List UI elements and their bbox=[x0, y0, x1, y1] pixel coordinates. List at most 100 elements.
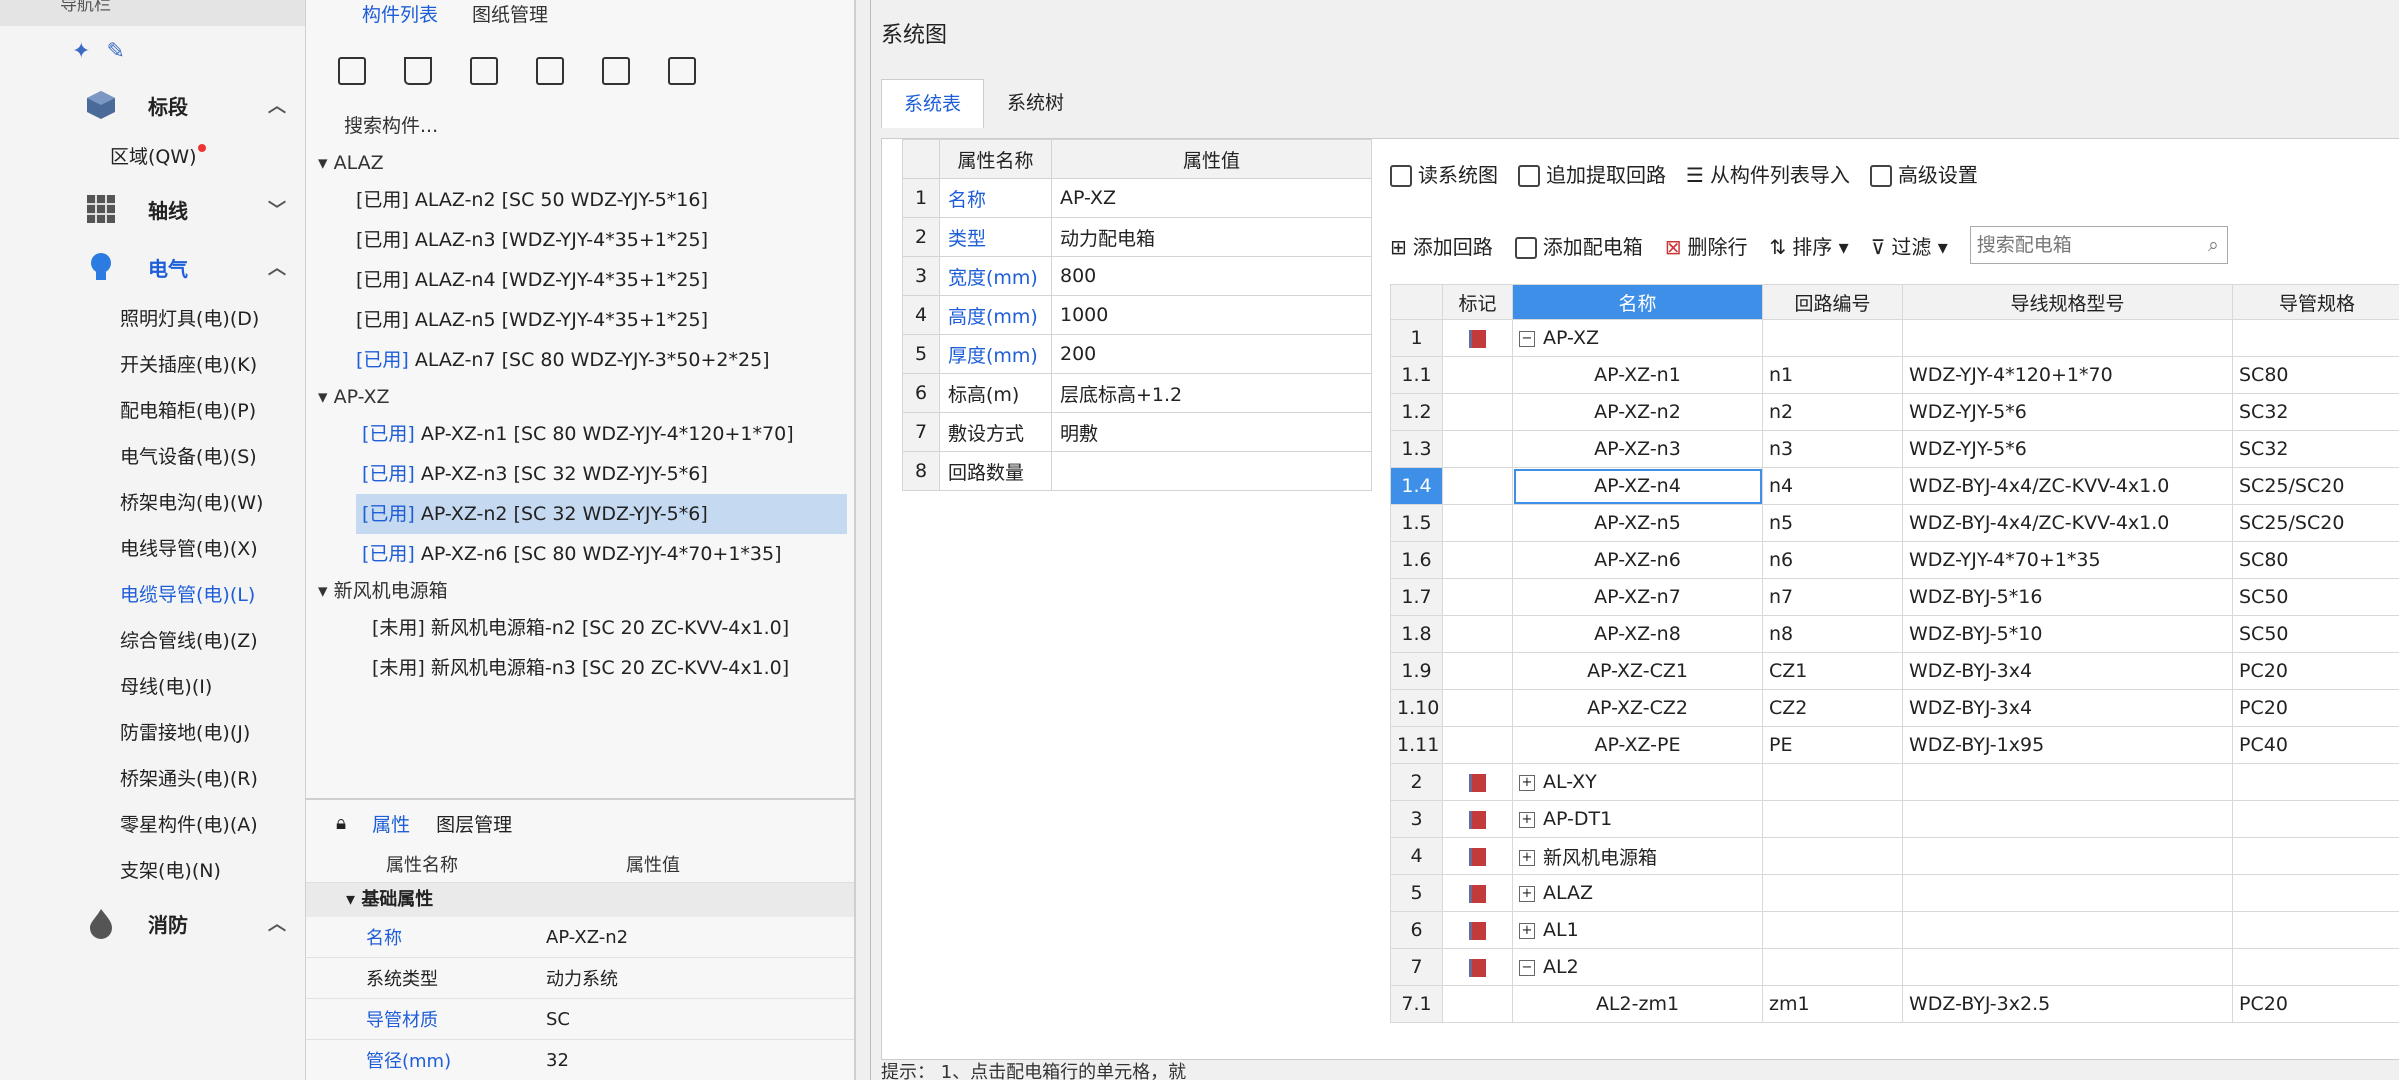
panel-name-cell[interactable]: + AP-DT1 bbox=[1512, 800, 1763, 838]
pipe-spec-cell[interactable]: SC80 bbox=[2232, 541, 2399, 579]
mark-cell[interactable] bbox=[1442, 837, 1513, 875]
nav-item[interactable]: 防雷接地(电)(J) bbox=[0, 710, 305, 756]
row-number[interactable]: 1.3 bbox=[1390, 430, 1443, 468]
property-value[interactable]: 200 bbox=[1051, 334, 1372, 374]
tree-item[interactable]: [已用] ALAZ-n4 [WDZ-YJY-4*35+1*25] bbox=[306, 260, 854, 300]
mark-cell[interactable] bbox=[1442, 430, 1513, 468]
wire-spec-cell[interactable]: WDZ-YJY-4*70+1*35 bbox=[1902, 541, 2233, 579]
nav-item[interactable]: 照明灯具(电)(D) bbox=[0, 296, 305, 342]
row-number[interactable]: 1.4 bbox=[1390, 467, 1443, 505]
flag-icon[interactable] bbox=[1469, 958, 1486, 977]
tree-item[interactable]: [已用] ALAZ-n2 [SC 50 WDZ-YJY-5*16] bbox=[306, 180, 854, 220]
mark-cell[interactable] bbox=[1442, 578, 1513, 616]
mark-cell[interactable] bbox=[1442, 985, 1513, 1023]
loop-row[interactable]: 1.8 AP-XZ-n8 n8 WDZ-BYJ-5*10 SC50 bbox=[1390, 615, 2399, 653]
panel-name-cell[interactable]: + AL1 bbox=[1512, 911, 1763, 949]
add-loop-button[interactable]: ⊞ 添加回路 bbox=[1390, 231, 1493, 260]
panel-row[interactable]: 3 + AP-DT1 bbox=[1390, 800, 2399, 838]
loop-number-cell[interactable]: CZ2 bbox=[1762, 689, 1903, 727]
pipe-spec-cell[interactable]: PC20 bbox=[2232, 985, 2399, 1023]
property-row[interactable]: 系统类型 动力系统 bbox=[306, 958, 854, 999]
loop-name-cell[interactable]: AP-XZ-n6 bbox=[1512, 541, 1763, 579]
loop-name-cell[interactable]: AP-XZ-n7 bbox=[1512, 578, 1763, 616]
panel-name-cell[interactable]: + ALAZ bbox=[1512, 874, 1763, 912]
row-number[interactable]: 2 bbox=[1390, 763, 1443, 801]
column-header-wire[interactable]: 导线规格型号 bbox=[1902, 284, 2233, 320]
nav-category-electric[interactable]: 电气 ︿ bbox=[0, 238, 305, 296]
tree-group[interactable]: ▾ 新风机电源箱 bbox=[306, 574, 854, 608]
loop-number-cell[interactable]: n7 bbox=[1762, 578, 1903, 616]
tree-item-selected[interactable]: [已用] AP-XZ-n2 [SC 32 WDZ-YJY-5*6] bbox=[356, 494, 847, 534]
pipe-spec-cell[interactable]: SC50 bbox=[2232, 578, 2399, 616]
chevron-up-icon[interactable]: ︿ bbox=[268, 92, 286, 118]
tab-component-list[interactable]: 构件列表 bbox=[362, 0, 438, 26]
wire-spec-cell[interactable]: WDZ-BYJ-1x95 bbox=[1902, 726, 2233, 764]
pipe-spec-cell[interactable] bbox=[2232, 800, 2399, 838]
nav-item[interactable]: 综合管线(电)(Z) bbox=[0, 618, 305, 664]
property-value[interactable]: 动力配电箱 bbox=[1051, 217, 1372, 257]
loop-row[interactable]: 1.3 AP-XZ-n3 n3 WDZ-YJY-5*6 SC32 bbox=[1390, 430, 2399, 468]
row-number[interactable]: 1.11 bbox=[1390, 726, 1443, 764]
loop-row[interactable]: 7.1 AL2-zm1 zm1 WDZ-BYJ-3x2.5 PC20 bbox=[1390, 985, 2399, 1023]
nav-item[interactable]: 开关插座(电)(K) bbox=[0, 342, 305, 388]
property-value[interactable]: AP-XZ bbox=[1051, 178, 1372, 218]
panel-row[interactable]: 2 + AL-XY bbox=[1390, 763, 2399, 801]
mark-cell[interactable] bbox=[1442, 319, 1513, 357]
property-row[interactable]: 2 类型 动力配电箱 bbox=[902, 217, 1372, 257]
property-value[interactable]: 明敷 bbox=[1051, 412, 1372, 452]
nav-item[interactable]: 零星构件(电)(A) bbox=[0, 802, 305, 848]
mark-cell[interactable] bbox=[1442, 689, 1513, 727]
loop-row[interactable]: 1.1 AP-XZ-n1 n1 WDZ-YJY-4*120+1*70 SC80 bbox=[1390, 356, 2399, 394]
flag-icon[interactable] bbox=[1469, 884, 1486, 903]
row-number[interactable]: 4 bbox=[1390, 837, 1443, 875]
chevron-down-icon[interactable]: ﹀ bbox=[268, 196, 286, 222]
wire-spec-cell[interactable]: WDZ-BYJ-3x2.5 bbox=[1902, 985, 2233, 1023]
nav-category-section[interactable]: 标段 ︿ bbox=[0, 76, 305, 134]
mark-cell[interactable] bbox=[1442, 874, 1513, 912]
flag-icon[interactable] bbox=[1469, 810, 1486, 829]
pipe-spec-cell[interactable] bbox=[2232, 319, 2399, 357]
loop-name-cell[interactable]: AP-XZ-n3 bbox=[1512, 430, 1763, 468]
pin-icon[interactable]: ✦ bbox=[72, 39, 90, 64]
mark-cell[interactable] bbox=[1442, 615, 1513, 653]
nav-item[interactable]: 配电箱柜(电)(P) bbox=[0, 388, 305, 434]
copy-icon[interactable] bbox=[470, 57, 498, 85]
row-number[interactable]: 1.7 bbox=[1390, 578, 1443, 616]
property-row[interactable]: 3 宽度(mm) 800 bbox=[902, 256, 1372, 296]
property-row[interactable]: 名称 AP-XZ-n2 bbox=[306, 917, 854, 958]
loop-number-cell[interactable]: n4 bbox=[1762, 467, 1903, 505]
nav-item[interactable]: 母线(电)(I) bbox=[0, 664, 305, 710]
wire-spec-cell[interactable] bbox=[1902, 911, 2233, 949]
nav-item[interactable]: 电气设备(电)(S) bbox=[0, 434, 305, 480]
pipe-spec-cell[interactable]: PC40 bbox=[2232, 726, 2399, 764]
pipe-spec-cell[interactable]: SC32 bbox=[2232, 393, 2399, 431]
panel-name-cell[interactable]: + AL-XY bbox=[1512, 763, 1763, 801]
property-row[interactable]: 1 名称 AP-XZ bbox=[902, 178, 1372, 218]
pipe-spec-cell[interactable]: PC20 bbox=[2232, 689, 2399, 727]
property-row[interactable]: 6 标高(m) 层底标高+1.2 bbox=[902, 373, 1372, 413]
column-header-pipe[interactable]: 导管规格 bbox=[2232, 284, 2399, 320]
nav-item[interactable]: 桥架通头(电)(R) bbox=[0, 756, 305, 802]
loop-number-cell[interactable]: n2 bbox=[1762, 393, 1903, 431]
loop-name-cell[interactable]: AP-XZ-n8 bbox=[1512, 615, 1763, 653]
pipe-spec-cell[interactable] bbox=[2232, 837, 2399, 875]
property-value[interactable]: 1000 bbox=[1051, 295, 1372, 335]
loop-row[interactable]: 1.10 AP-XZ-CZ2 CZ2 WDZ-BYJ-3x4 PC20 bbox=[1390, 689, 2399, 727]
loop-number-cell[interactable] bbox=[1762, 800, 1903, 838]
new-icon[interactable] bbox=[338, 57, 366, 85]
pipe-spec-cell[interactable] bbox=[2232, 763, 2399, 801]
nav-item-cable-conduit[interactable]: 电缆导管(电)(L) bbox=[0, 572, 305, 618]
wire-spec-cell[interactable]: WDZ-BYJ-3x4 bbox=[1902, 689, 2233, 727]
loop-number-cell[interactable] bbox=[1762, 319, 1903, 357]
row-number[interactable]: 7 bbox=[1390, 948, 1443, 986]
lock-icon[interactable]: 🔒︎ bbox=[336, 812, 346, 834]
nav-item[interactable]: 桥架电沟(电)(W) bbox=[0, 480, 305, 526]
panel-row[interactable]: 7 − AL2 bbox=[1390, 948, 2399, 986]
filter-button[interactable]: ⊽ 过滤 ▾ bbox=[1871, 231, 1948, 260]
wire-spec-cell[interactable] bbox=[1902, 800, 2233, 838]
pipe-spec-cell[interactable]: SC50 bbox=[2232, 615, 2399, 653]
chevron-up-icon[interactable]: ︿ bbox=[268, 910, 286, 936]
mark-cell[interactable] bbox=[1442, 504, 1513, 542]
loop-number-cell[interactable]: CZ1 bbox=[1762, 652, 1903, 690]
add-panel-button[interactable]: 添加配电箱 bbox=[1514, 231, 1643, 260]
